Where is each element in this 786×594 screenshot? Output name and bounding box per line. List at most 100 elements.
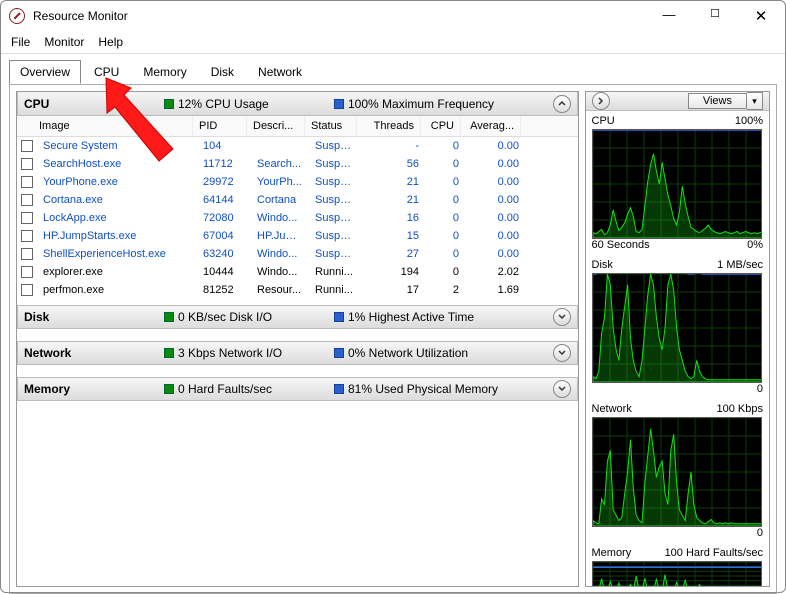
- cell-cpu: 0: [425, 193, 465, 207]
- cpu-section-title: CPU: [24, 97, 94, 111]
- table-row[interactable]: Cortana.exe64144CortanaSuspe...2100.00: [17, 191, 578, 209]
- close-button[interactable]: ✕: [751, 7, 771, 25]
- cell-pid: 11712: [197, 157, 251, 171]
- table-row[interactable]: HP.JumpStarts.exe67004HP.Jum...Suspe...1…: [17, 227, 578, 245]
- mem-faults-swatch-icon: [164, 384, 174, 394]
- titlebar: Resource Monitor — ☐ ✕: [1, 1, 785, 31]
- row-checkbox[interactable]: [21, 176, 33, 188]
- network-expand-button[interactable]: [553, 344, 571, 362]
- cpu-freq-swatch-icon: [334, 99, 344, 109]
- row-checkbox[interactable]: [21, 212, 33, 224]
- cell-avg: 0.00: [465, 139, 525, 153]
- tab-memory[interactable]: Memory: [132, 60, 197, 84]
- graph-memory-label: Memory: [592, 547, 632, 559]
- col-cpu[interactable]: CPU: [421, 116, 461, 136]
- cell-cpu: 0: [425, 265, 465, 279]
- cell-threads: 56: [361, 157, 425, 171]
- net-io-text: 3 Kbps Network I/O: [178, 346, 282, 360]
- cell-threads: 194: [361, 265, 425, 279]
- cell-avg: 2.02: [465, 265, 525, 279]
- minimize-button[interactable]: —: [659, 7, 679, 25]
- views-dropdown-button[interactable]: ▾: [747, 92, 763, 110]
- table-row[interactable]: Secure System104Suspe...-00.00: [17, 137, 578, 155]
- col-image[interactable]: Image: [17, 116, 193, 136]
- col-desc[interactable]: Descri...: [247, 116, 305, 136]
- cell-status: Suspe...: [309, 247, 361, 261]
- row-checkbox[interactable]: [21, 194, 33, 206]
- graph-cpu-label: CPU: [592, 115, 615, 127]
- graph-disk-min: 0: [757, 383, 763, 395]
- cell-threads: 21: [361, 175, 425, 189]
- graph-disk-scale: 1 MB/sec: [717, 259, 763, 271]
- cell-desc: Windo...: [251, 211, 309, 225]
- memory-section-header[interactable]: Memory 0 Hard Faults/sec 81% Used Physic…: [17, 377, 578, 401]
- cell-threads: 17: [361, 283, 425, 297]
- maximize-button[interactable]: ☐: [705, 7, 725, 25]
- table-row[interactable]: YourPhone.exe29972YourPh...Suspe...2100.…: [17, 173, 578, 191]
- row-checkbox[interactable]: [21, 230, 33, 242]
- cell-avg: 1.69: [465, 283, 525, 297]
- cell-pid: 29972: [197, 175, 251, 189]
- tab-overview[interactable]: Overview: [9, 60, 81, 84]
- cell-status: Runni...: [309, 265, 361, 279]
- graph-memory: [592, 561, 762, 587]
- row-checkbox[interactable]: [21, 140, 33, 152]
- table-row[interactable]: perfmon.exe81252Resour...Runni...1721.69: [17, 281, 578, 299]
- views-button[interactable]: Views: [688, 93, 747, 109]
- cell-pid: 10444: [197, 265, 251, 279]
- menu-help[interactable]: Help: [98, 35, 123, 49]
- cell-image: perfmon.exe: [37, 283, 197, 297]
- row-checkbox[interactable]: [21, 266, 33, 278]
- graph-network-min: 0: [757, 527, 763, 539]
- cell-status: Suspe...: [309, 139, 361, 153]
- cell-cpu: 0: [425, 247, 465, 261]
- row-checkbox[interactable]: [21, 248, 33, 260]
- graph-cpu-min: 0%: [747, 239, 763, 251]
- col-threads[interactable]: Threads: [357, 116, 421, 136]
- net-io-swatch-icon: [164, 348, 174, 358]
- mem-faults-text: 0 Hard Faults/sec: [178, 382, 272, 396]
- col-avg[interactable]: Averag...: [461, 116, 521, 136]
- table-row[interactable]: ShellExperienceHost.exe63240Windo...Susp…: [17, 245, 578, 263]
- tab-disk[interactable]: Disk: [200, 60, 245, 84]
- cell-status: Suspe...: [309, 229, 361, 243]
- graph-cpu-scale: 100%: [735, 115, 763, 127]
- table-row[interactable]: explorer.exe10444Windo...Runni...19402.0…: [17, 263, 578, 281]
- disk-section-header[interactable]: Disk 0 KB/sec Disk I/O 1% Highest Active…: [17, 305, 578, 329]
- cell-desc: [251, 145, 309, 147]
- disk-io-text: 0 KB/sec Disk I/O: [178, 310, 272, 324]
- tab-cpu[interactable]: CPU: [83, 60, 130, 84]
- menu-file[interactable]: File: [11, 35, 30, 49]
- cell-image: YourPhone.exe: [37, 175, 197, 189]
- disk-expand-button[interactable]: [553, 308, 571, 326]
- cell-image: Cortana.exe: [37, 193, 197, 207]
- cell-desc: Windo...: [251, 247, 309, 261]
- network-section-header[interactable]: Network 3 Kbps Network I/O 0% Network Ut…: [17, 341, 578, 365]
- app-icon: [9, 8, 25, 24]
- graph-cpu-xaxis: 60 Seconds: [592, 239, 650, 251]
- cpu-table-body: Secure System104Suspe...-00.00SearchHost…: [17, 137, 578, 305]
- cell-desc: Resour...: [251, 283, 309, 297]
- row-checkbox[interactable]: [21, 284, 33, 296]
- col-status[interactable]: Status: [305, 116, 357, 136]
- table-row[interactable]: SearchHost.exe11712Search...Suspe...5600…: [17, 155, 578, 173]
- row-checkbox[interactable]: [21, 158, 33, 170]
- tab-network[interactable]: Network: [247, 60, 313, 84]
- cell-desc: HP.Jum...: [251, 229, 309, 243]
- col-pid[interactable]: PID: [193, 116, 247, 136]
- cpu-usage-swatch-icon: [164, 99, 174, 109]
- collapse-sidebar-button[interactable]: [592, 92, 610, 110]
- cell-pid: 104: [197, 139, 251, 153]
- cpu-column-headers: Image PID Descri... Status Threads CPU A…: [17, 116, 578, 137]
- cpu-section-header[interactable]: CPU 12% CPU Usage 100% Maximum Frequency: [17, 92, 578, 116]
- menu-monitor[interactable]: Monitor: [44, 35, 84, 49]
- table-row[interactable]: LockApp.exe72080Windo...Suspe...1600.00: [17, 209, 578, 227]
- cell-avg: 0.00: [465, 157, 525, 171]
- net-util-swatch-icon: [334, 348, 344, 358]
- cpu-freq-text: 100% Maximum Frequency: [348, 97, 494, 111]
- overview-panel: CPU 12% CPU Usage 100% Maximum Frequency…: [16, 91, 579, 587]
- cpu-collapse-button[interactable]: [553, 95, 571, 113]
- memory-expand-button[interactable]: [553, 380, 571, 398]
- mem-used-text: 81% Used Physical Memory: [348, 382, 498, 396]
- cell-desc: Windo...: [251, 265, 309, 279]
